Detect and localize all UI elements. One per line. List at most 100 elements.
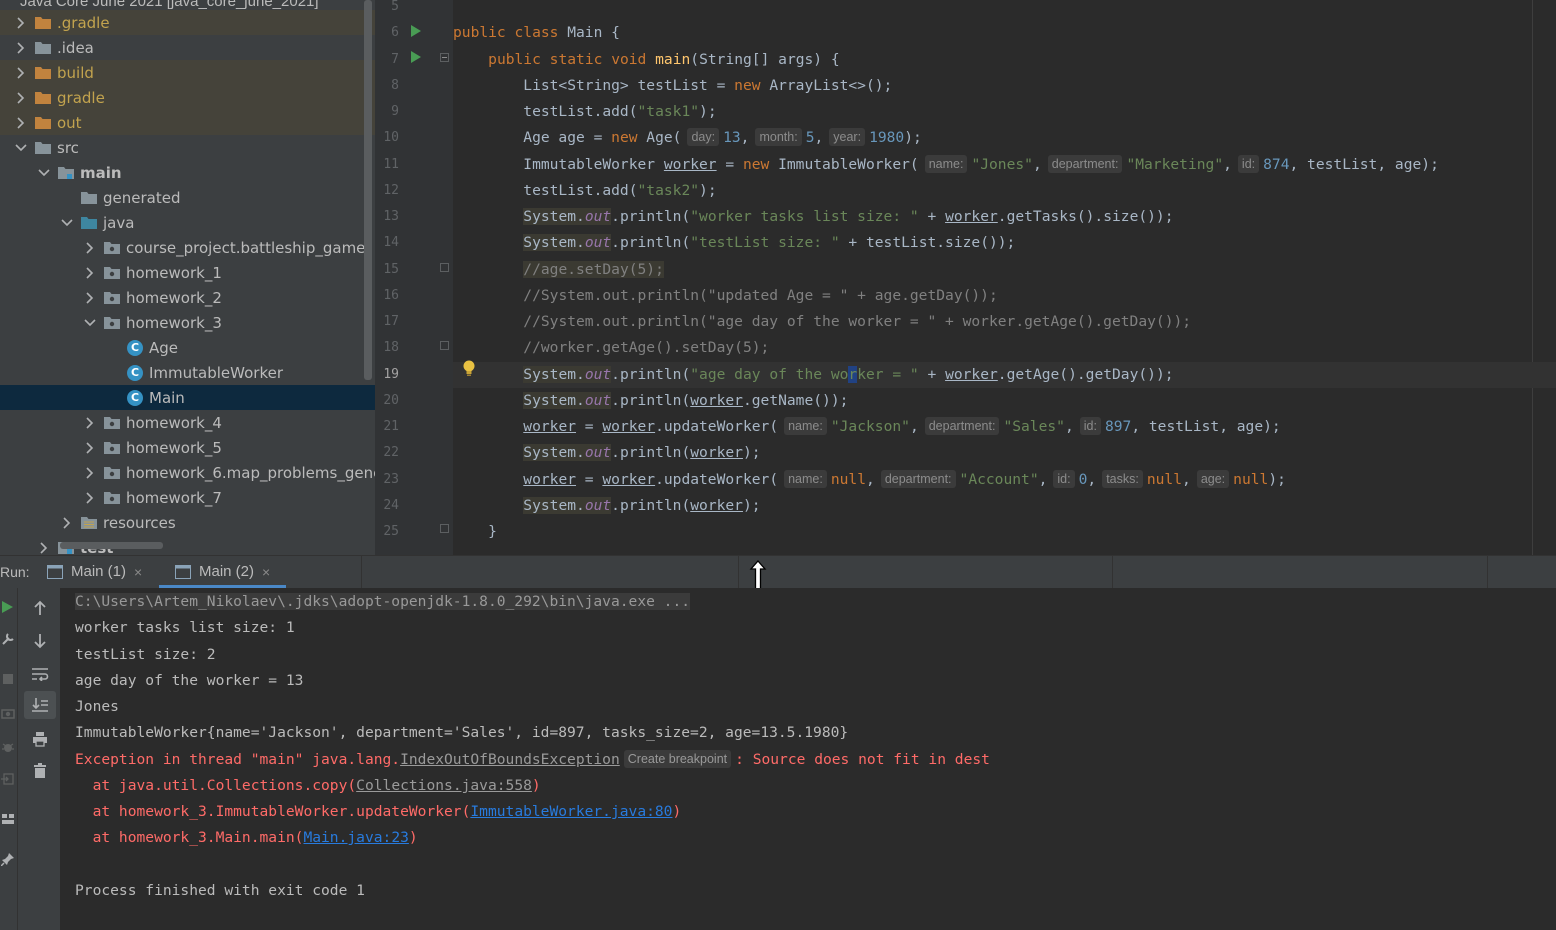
- run-tab-main-2[interactable]: Main (2) ×: [175, 555, 270, 588]
- tree-item-homework-3[interactable]: homework_3: [0, 310, 375, 335]
- up-arrow-icon[interactable]: [24, 594, 56, 622]
- line-number[interactable]: 17: [375, 314, 399, 329]
- line-number[interactable]: 14: [375, 235, 399, 250]
- chevron-right-icon[interactable]: [14, 41, 28, 55]
- close-icon[interactable]: ×: [262, 564, 270, 580]
- tree-item-homework-2[interactable]: homework_2: [0, 285, 375, 310]
- stack-trace-link[interactable]: ImmutableWorker.java:80: [470, 803, 672, 820]
- line-number[interactable]: 19: [375, 367, 399, 382]
- fold-marker-main-end[interactable]: [440, 524, 449, 533]
- tree-item-test[interactable]: test: [0, 535, 375, 555]
- run-tab-main-1[interactable]: Main (1) ×: [47, 555, 142, 588]
- exception-class-link[interactable]: IndexOutOfBoundsException: [400, 751, 620, 768]
- tree-item-age[interactable]: C Age: [0, 335, 375, 360]
- line-number[interactable]: 10: [375, 130, 399, 145]
- line-number[interactable]: 21: [375, 419, 399, 434]
- code-line[interactable]: }: [453, 519, 497, 545]
- code-line[interactable]: System.out.println("testList size: " + t…: [453, 230, 1015, 256]
- camera-icon[interactable]: [0, 702, 16, 724]
- tree-item-idea[interactable]: .idea: [0, 35, 375, 60]
- debug-icon[interactable]: [0, 736, 16, 758]
- fold-marker-main[interactable]: [440, 53, 449, 62]
- tree-item-main[interactable]: main: [0, 160, 375, 185]
- line-number[interactable]: 9: [375, 104, 399, 119]
- tree-item-homework-5[interactable]: homework_5: [0, 435, 375, 460]
- line-number[interactable]: 6: [375, 25, 399, 40]
- line-number[interactable]: 24: [375, 498, 399, 513]
- code-line[interactable]: ImmutableWorker worker = new ImmutableWo…: [453, 152, 1439, 178]
- code-line[interactable]: //age.setDay(5);: [453, 257, 664, 283]
- line-number[interactable]: 13: [375, 209, 399, 224]
- chevron-right-icon[interactable]: [83, 416, 97, 430]
- trash-icon[interactable]: [24, 757, 56, 785]
- tree-item-immutableworker[interactable]: C ImmutableWorker: [0, 360, 375, 385]
- soft-wrap-icon[interactable]: [24, 660, 56, 688]
- pin-icon[interactable]: [0, 848, 16, 870]
- tree-item-homework-7[interactable]: homework_7: [0, 485, 375, 510]
- tree-item-java[interactable]: java: [0, 210, 375, 235]
- tree-item-homework-4[interactable]: homework_4: [0, 410, 375, 435]
- tree-item-gradle[interactable]: gradle: [0, 85, 375, 110]
- stop-icon[interactable]: [0, 668, 16, 690]
- chevron-right-icon[interactable]: [83, 466, 97, 480]
- scroll-to-end-icon[interactable]: [24, 691, 56, 719]
- fold-marker-comment-end[interactable]: [440, 341, 449, 350]
- tree-item-src[interactable]: src: [0, 135, 375, 160]
- lightbulb-icon[interactable]: [461, 359, 477, 382]
- chevron-right-icon[interactable]: [83, 291, 97, 305]
- login-icon[interactable]: [0, 768, 16, 790]
- project-tree[interactable]: Java Core June 2021 [java_core_june_2021…: [0, 0, 375, 555]
- tree-item-resources[interactable]: resources: [0, 510, 375, 535]
- run-class-gutter-icon[interactable]: [411, 25, 421, 37]
- create-breakpoint-hint[interactable]: Create breakpoint: [623, 750, 732, 768]
- tree-item-main[interactable]: C Main: [0, 385, 375, 410]
- code-line[interactable]: testList.add("task2");: [453, 178, 716, 204]
- code-line[interactable]: //worker.getAge().setDay(5);: [453, 335, 769, 361]
- code-line[interactable]: worker = worker.updateWorker(name: "Jacks…: [453, 414, 1281, 440]
- line-number[interactable]: 23: [375, 472, 399, 487]
- chevron-right-icon[interactable]: [83, 441, 97, 455]
- chevron-right-icon[interactable]: [14, 91, 28, 105]
- code-line[interactable]: //System.out.println("age day of the wor…: [453, 309, 1191, 335]
- chevron-right-icon[interactable]: [37, 541, 51, 555]
- rerun-icon[interactable]: [0, 596, 16, 618]
- console-command[interactable]: C:\Users\Artem_Nikolaev\.jdks\adopt-open…: [75, 593, 691, 610]
- chevron-down-icon[interactable]: [37, 166, 51, 180]
- tree-item-course-project-battleship-game[interactable]: course_project.battleship_game: [0, 235, 375, 260]
- tree-item-homework-6-map-problems-generato[interactable]: homework_6.map_problems_generato: [0, 460, 375, 485]
- code-line[interactable]: Age age = new Age(day: 13, month: 5, year: 19…: [453, 125, 922, 151]
- code-line[interactable]: System.out.println("worker tasks list si…: [453, 204, 1174, 230]
- tree-item-build[interactable]: build: [0, 60, 375, 85]
- stack-trace-link[interactable]: Main.java:23: [303, 829, 408, 846]
- chevron-down-icon[interactable]: [14, 141, 28, 155]
- line-number[interactable]: 8: [375, 78, 399, 93]
- line-number[interactable]: 18: [375, 340, 399, 355]
- chevron-right-icon[interactable]: [14, 16, 28, 30]
- code-line[interactable]: //System.out.println("updated Age = " + …: [453, 283, 997, 309]
- code-line[interactable]: System.out.println(worker);: [453, 440, 761, 466]
- chevron-right-icon[interactable]: [14, 66, 28, 80]
- code-line[interactable]: public static void main(String[] args) {: [453, 47, 840, 73]
- chevron-right-icon[interactable]: [60, 516, 74, 530]
- code-line[interactable]: List<String> testList = new ArrayList<>(…: [453, 73, 892, 99]
- fold-marker-comment-start[interactable]: [440, 263, 449, 272]
- code-line[interactable]: worker = worker.updateWorker(name: null, d…: [453, 467, 1286, 493]
- run-main-gutter-icon[interactable]: [411, 51, 421, 63]
- line-number[interactable]: 12: [375, 183, 399, 198]
- code-line[interactable]: System.out.println(worker);: [453, 493, 761, 519]
- project-tree-vertical-scrollbar[interactable]: [364, 0, 372, 380]
- chevron-down-icon[interactable]: [60, 216, 74, 230]
- code-line[interactable]: testList.add("task1");: [453, 99, 716, 125]
- project-tree-horizontal-scrollbar[interactable]: [60, 542, 163, 549]
- line-number[interactable]: 5: [375, 0, 399, 14]
- down-arrow-icon[interactable]: [24, 627, 56, 655]
- chevron-right-icon[interactable]: [14, 116, 28, 130]
- close-icon[interactable]: ×: [134, 564, 142, 580]
- line-number[interactable]: 22: [375, 445, 399, 460]
- tree-item-generated[interactable]: generated: [0, 185, 375, 210]
- chevron-down-icon[interactable]: [83, 316, 97, 330]
- stack-trace-link[interactable]: Collections.java:558: [356, 777, 532, 794]
- code-line[interactable]: public class Main {: [453, 20, 620, 46]
- tree-item-homework-1[interactable]: homework_1: [0, 260, 375, 285]
- chevron-right-icon[interactable]: [83, 266, 97, 280]
